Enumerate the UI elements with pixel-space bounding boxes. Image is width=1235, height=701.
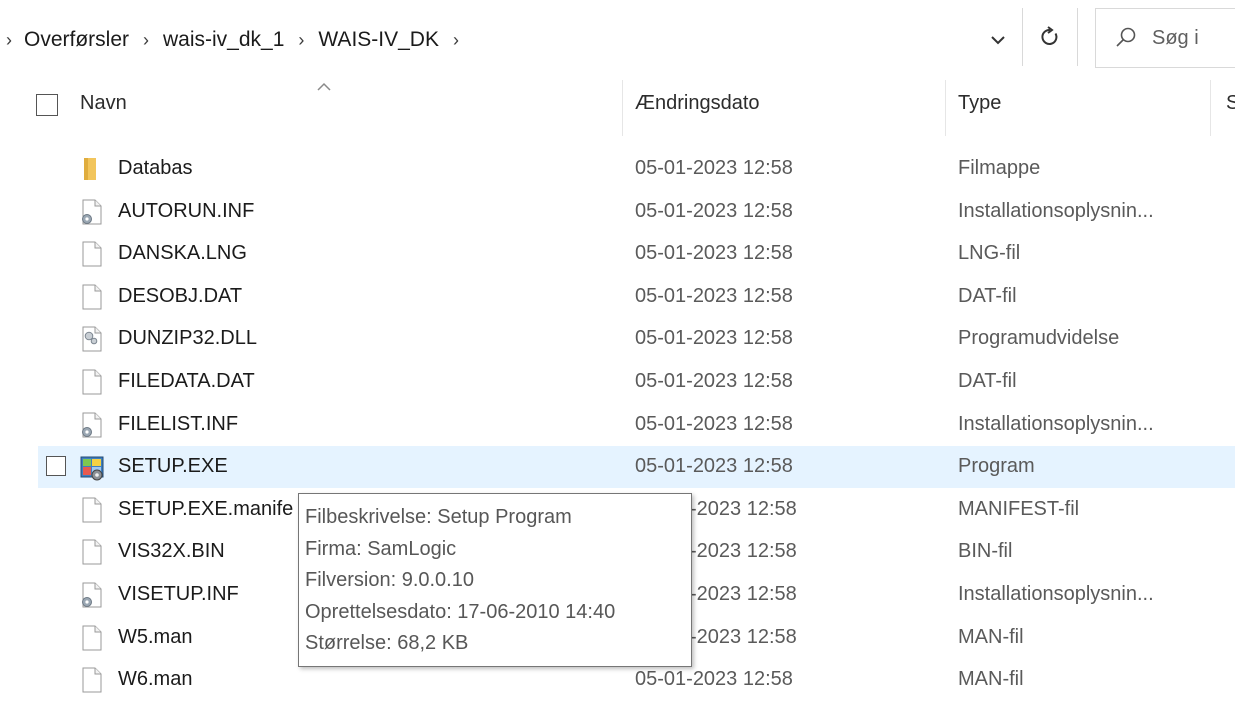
file-type: Program	[958, 455, 1035, 477]
file-modified-date: 05-01-2023 12:58	[635, 285, 793, 307]
breadcrumb-item-overforsler[interactable]: Overførsler	[22, 28, 131, 52]
file-icon	[80, 539, 104, 565]
file-row[interactable]: SETUP.EXE 05-01-2023 12:58 Program	[38, 446, 1235, 488]
file-modified-date: -2023 12:58	[690, 583, 797, 605]
file-modified-date: 05-01-2023 12:58	[635, 157, 793, 179]
file-name[interactable]: AUTORUN.INF	[118, 200, 254, 223]
file-type: MAN-fil	[958, 626, 1024, 648]
file-name[interactable]: SETUP.EXE	[118, 455, 228, 478]
file-info-tooltip: Filbeskrivelse: Setup Program Firma: Sam…	[298, 493, 692, 667]
column-header-row: Navn Ændringsdato Type S	[0, 80, 1235, 136]
tooltip-description: Filbeskrivelse: Setup Program	[305, 506, 572, 528]
dll-file-icon	[80, 326, 104, 352]
file-type: Installationsoplysnin...	[958, 413, 1154, 435]
tooltip-version: Filversion: 9.0.0.10	[305, 569, 474, 591]
file-row[interactable]: DUNZIP32.DLL 05-01-2023 12:58 Programudvid…	[38, 318, 1235, 360]
file-icon	[80, 284, 104, 310]
file-row[interactable]: DANSKA.LNG 05-01-2023 12:58 LNG-fil	[38, 233, 1235, 275]
file-row[interactable]: Databas 05-01-2023 12:58 Filmappe	[38, 148, 1235, 190]
address-history-dropdown[interactable]	[975, 20, 1021, 60]
file-type: Programudvidelse	[958, 327, 1120, 349]
file-name[interactable]: DUNZIP32.DLL	[118, 327, 257, 350]
chevron-down-icon	[991, 36, 1005, 45]
column-header-name[interactable]: Navn	[80, 92, 127, 115]
file-type: DAT-fil	[958, 285, 1017, 307]
file-icon	[80, 241, 104, 267]
file-type: MAN-fil	[958, 668, 1024, 690]
column-header-size-partial[interactable]: S	[1226, 92, 1235, 115]
file-modified-date: -2023 12:58	[690, 498, 797, 520]
tooltip-created: Oprettelsesdato: 17-06-2010 14:40	[305, 600, 616, 623]
file-name[interactable]: DANSKA.LNG	[118, 242, 247, 265]
file-modified-date: 05-01-2023 12:58	[635, 413, 793, 435]
file-name[interactable]: VISETUP.INF	[118, 583, 239, 606]
file-icon	[80, 369, 104, 395]
file-type: Installationsoplysnin...	[958, 583, 1154, 605]
file-row[interactable]: FILELIST.INF 05-01-2023 12:58 Installation…	[38, 404, 1235, 446]
file-modified-date: -2023 12:58	[690, 540, 797, 562]
file-type: Filmappe	[958, 157, 1041, 179]
file-name[interactable]: FILELIST.INF	[118, 413, 238, 436]
file-name[interactable]: W6.man	[118, 668, 192, 691]
file-name[interactable]: FILEDATA.DAT	[118, 370, 255, 393]
refresh-icon	[1041, 26, 1058, 45]
file-type: BIN-fil	[958, 540, 1013, 562]
file-modified-date: 05-01-2023 12:58	[635, 242, 793, 264]
search-box[interactable]: Søg i	[1095, 8, 1235, 68]
breadcrumb-chevron-icon[interactable]: ›	[6, 30, 12, 51]
breadcrumb-chevron-icon[interactable]: ›	[143, 30, 149, 51]
column-header-type[interactable]: Type	[958, 92, 1001, 115]
file-modified-date: 05-01-2023 12:58	[635, 200, 793, 222]
breadcrumb[interactable]: › Overførsler › wais-iv_dk_1 › WAIS-IV_D…	[0, 14, 1075, 66]
breadcrumb-chevron-icon[interactable]: ›	[453, 30, 459, 51]
file-name[interactable]: DESOBJ.DAT	[118, 285, 242, 308]
sort-ascending-icon	[317, 82, 331, 91]
column-divider[interactable]	[1210, 80, 1211, 136]
file-modified-date: 05-01-2023 12:58	[635, 668, 793, 690]
refresh-button[interactable]	[1022, 8, 1078, 66]
file-row[interactable]: FILEDATA.DAT 05-01-2023 12:58 DAT-fil	[38, 361, 1235, 403]
setup-info-file-icon	[80, 199, 104, 225]
file-icon	[80, 667, 104, 693]
column-divider[interactable]	[945, 80, 946, 136]
select-all-checkbox[interactable]	[36, 94, 58, 116]
file-modified-date: -2023 12:58	[690, 626, 797, 648]
file-name[interactable]: Databas	[118, 157, 193, 180]
tooltip-size: Størrelse: 68,2 KB	[305, 632, 469, 654]
tooltip-company: Firma: SamLogic	[305, 537, 457, 560]
setup-info-file-icon	[80, 582, 104, 608]
address-bar: › Overførsler › wais-iv_dk_1 › WAIS-IV_D…	[0, 0, 1235, 80]
file-row[interactable]: DESOBJ.DAT 05-01-2023 12:58 DAT-fil	[38, 276, 1235, 318]
setup-program-icon	[80, 454, 104, 481]
column-header-date[interactable]: Ændringsdato	[635, 92, 760, 115]
file-name[interactable]: W5.man	[118, 626, 192, 649]
file-row[interactable]: AUTORUN.INF 05-01-2023 12:58 Installations…	[38, 191, 1235, 233]
folder-icon	[80, 156, 104, 182]
file-modified-date: 05-01-2023 12:58	[635, 455, 793, 477]
setup-info-file-icon	[80, 412, 104, 438]
breadcrumb-item-wais-iv-dk-1[interactable]: wais-iv_dk_1	[161, 28, 286, 52]
breadcrumb-item-wais-iv-dk[interactable]: WAIS-IV_DK	[316, 28, 441, 52]
file-type: LNG-fil	[958, 242, 1021, 264]
file-type: Installationsoplysnin...	[958, 200, 1154, 222]
file-icon	[80, 625, 104, 651]
file-icon	[80, 497, 104, 523]
breadcrumb-chevron-icon[interactable]: ›	[298, 30, 304, 51]
file-type: DAT-fil	[958, 370, 1017, 392]
column-divider[interactable]	[622, 80, 623, 136]
row-checkbox[interactable]	[46, 456, 66, 476]
file-modified-date: 05-01-2023 12:58	[635, 370, 793, 392]
search-icon	[1116, 27, 1136, 47]
file-modified-date: 05-01-2023 12:58	[635, 327, 793, 349]
file-name[interactable]: SETUP.EXE.manife	[118, 498, 293, 521]
search-input[interactable]: Søg i	[1152, 27, 1199, 50]
file-type: MANIFEST-fil	[958, 498, 1080, 520]
file-name[interactable]: VIS32X.BIN	[118, 540, 225, 563]
